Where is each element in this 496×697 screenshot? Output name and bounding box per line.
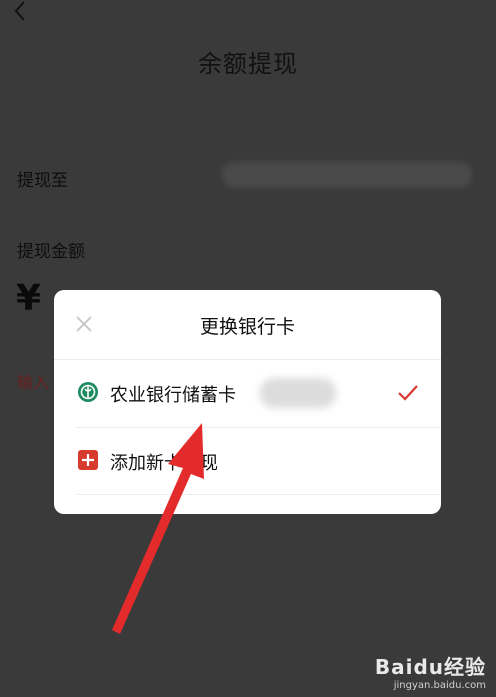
option-abc-savings-card[interactable]: 农业银行储蓄卡 xyxy=(54,360,441,426)
modal-title: 更换银行卡 xyxy=(199,316,295,338)
watermark-url: jingyan.baidu.com xyxy=(393,680,486,691)
blurred-account-info xyxy=(222,162,472,188)
change-bank-card-modal: 更换银行卡 农业银行储蓄卡 添加新卡提现 xyxy=(54,290,441,514)
page-title: 余额提现 xyxy=(198,50,298,78)
abc-bank-icon xyxy=(77,381,99,403)
input-hint: 输入 xyxy=(17,373,50,392)
blurred-card-number xyxy=(260,378,336,408)
option-label: 农业银行储蓄卡 xyxy=(110,385,236,406)
check-icon xyxy=(397,384,419,402)
option-label: 添加新卡提现 xyxy=(110,453,218,474)
watermark: Baidu经验 jingyan.baidu.com xyxy=(375,651,486,691)
add-card-icon xyxy=(77,449,99,471)
option-add-card[interactable]: 添加新卡提现 xyxy=(54,428,441,494)
divider xyxy=(76,494,441,495)
back-button[interactable] xyxy=(10,0,32,22)
amount-label: 提现金额 xyxy=(17,242,85,262)
chevron-left-icon xyxy=(14,1,25,21)
watermark-logo: Baidu经验 xyxy=(374,655,486,679)
withdraw-to-label: 提现至 xyxy=(17,171,68,191)
currency-symbol: ¥ xyxy=(16,278,42,319)
